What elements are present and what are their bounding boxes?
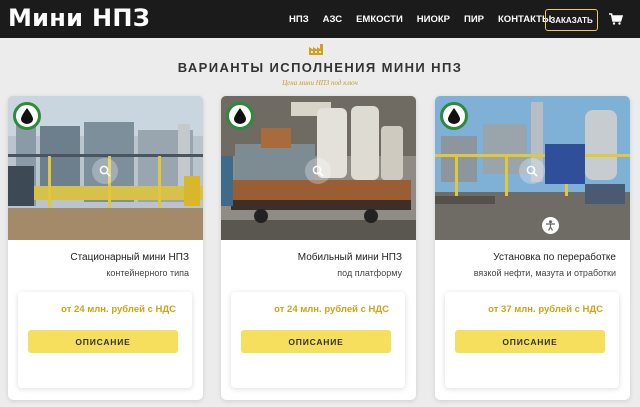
price-panel: от 24 млн. рублей с НДС ОПИСАНИЕ [231,292,405,388]
price-label: от 24 млн. рублей с НДС [274,304,389,315]
card-subtitle: контейнерного типа [106,268,189,278]
product-photo[interactable] [435,96,630,240]
site-logo[interactable]: Мини НПЗ [8,4,150,32]
factory-icon [309,44,323,55]
oil-drop-badge-icon [226,102,254,130]
nav-item-azs[interactable]: АЗС [323,14,342,25]
nav-item-contacts[interactable]: КОНТАКТЫ [498,14,551,25]
section-subtitle: Цена мини НПЗ под ключ [282,79,358,87]
accessibility-icon[interactable] [542,217,559,234]
section-title: ВАРИАНТЫ ИСПОЛНЕНИЯ МИНИ НПЗ [177,60,463,75]
product-card-stationary: Стационарный мини НПЗ контейнерного типа… [8,96,203,400]
oil-drop-badge-icon [440,102,468,130]
zoom-icon[interactable] [92,158,118,184]
price-label: от 24 млн. рублей с НДС [61,304,176,315]
zoom-icon[interactable] [519,158,545,184]
card-title: Мобильный мини НПЗ [297,252,402,263]
price-panel: от 24 млн. рублей с НДС ОПИСАНИЕ [18,292,192,388]
site-header: Мини НПЗ НПЗ АЗС ЕМКОСТИ НИОКР ПИР КОНТА… [0,0,640,38]
zoom-icon[interactable] [305,158,331,184]
oil-drop-badge-icon [13,102,41,130]
product-photo[interactable] [8,96,203,240]
cart-icon[interactable] [609,13,623,25]
card-subtitle: вязкой нефти, мазута и отработки [473,268,616,278]
order-button[interactable]: ЗАКАЗАТЬ [545,9,598,31]
nav-item-design[interactable]: ПИР [464,14,484,25]
product-card-mobile: Мобильный мини НПЗ под платформу от 24 м… [221,96,416,400]
nav-item-npz[interactable]: НПЗ [289,14,309,25]
description-button[interactable]: ОПИСАНИЕ [28,330,178,353]
price-panel: от 37 млн. рублей с НДС ОПИСАНИЕ [445,292,619,388]
nav-item-research[interactable]: НИОКР [417,14,450,25]
product-card-viscous-oil: Установка по переработке вязкой нефти, м… [435,96,630,400]
product-photo[interactable] [221,96,416,240]
card-title: Стационарный мини НПЗ [70,252,189,263]
description-button[interactable]: ОПИСАНИЕ [241,330,391,353]
description-button[interactable]: ОПИСАНИЕ [455,330,605,353]
card-title: Установка по переработке [493,252,616,263]
main-nav: НПЗ АЗС ЕМКОСТИ НИОКР ПИР КОНТАКТЫ [289,0,565,38]
card-subtitle: под платформу [337,268,402,278]
price-label: от 37 млн. рублей с НДС [488,304,603,315]
nav-item-tanks[interactable]: ЕМКОСТИ [356,14,403,25]
